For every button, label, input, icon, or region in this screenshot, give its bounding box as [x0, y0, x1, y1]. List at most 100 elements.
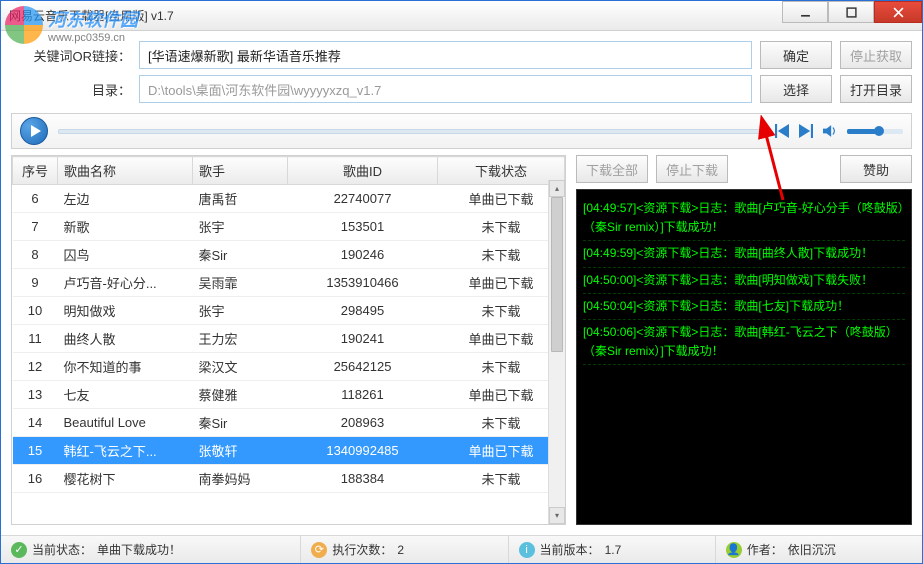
table-cell: 1353910466	[288, 269, 438, 297]
scrollbar-thumb[interactable]	[551, 197, 563, 352]
volume-icon[interactable]	[823, 124, 837, 138]
table-row[interactable]: 7新歌张宇153501未下载	[13, 213, 565, 241]
table-cell: 单曲已下载	[438, 269, 565, 297]
close-button[interactable]	[874, 1, 922, 23]
table-row[interactable]: 6左边唐禹哲22740077单曲已下载	[13, 185, 565, 213]
table-cell: 298495	[288, 297, 438, 325]
table-cell: 樱花树下	[58, 465, 193, 493]
table-cell: 208963	[288, 409, 438, 437]
table-row[interactable]: 9卢巧音-好心分...吴雨霏1353910466单曲已下载	[13, 269, 565, 297]
table-cell: 单曲已下载	[438, 437, 565, 465]
table-cell: 单曲已下载	[438, 381, 565, 409]
status-state-label: 当前状态：	[32, 541, 92, 558]
directory-label: 目录：	[11, 80, 131, 99]
table-row[interactable]: 12你不知道的事梁汉文25642125未下载	[13, 353, 565, 381]
table-cell: 153501	[288, 213, 438, 241]
info-icon: i	[519, 542, 535, 558]
column-header[interactable]: 歌曲ID	[288, 157, 438, 185]
directory-input[interactable]	[139, 75, 752, 103]
table-row[interactable]: 8囚鸟秦Sir190246未下载	[13, 241, 565, 269]
log-line: [04:49:57]<资源下载>日志：歌曲[卢巧音-好心分手（咚鼓版）（秦Sir…	[583, 196, 905, 241]
table-cell: 单曲已下载	[438, 325, 565, 353]
open-dir-button[interactable]: 打开目录	[840, 75, 912, 103]
stop-download-button[interactable]: 停止下载	[656, 155, 728, 183]
select-dir-button[interactable]: 选择	[760, 75, 832, 103]
log-line: [04:50:04]<资源下载>日志：歌曲[七友]下载成功！	[583, 294, 905, 320]
titlebar[interactable]: 网易云音乐下载器[自用版] v1.7	[1, 1, 922, 31]
table-cell: 未下载	[438, 465, 565, 493]
log-console[interactable]: [04:49:57]<资源下载>日志：歌曲[卢巧音-好心分手（咚鼓版）（秦Sir…	[576, 189, 912, 525]
table-cell: 未下载	[438, 213, 565, 241]
column-header[interactable]: 歌曲名称	[58, 157, 193, 185]
table-cell: 8	[13, 241, 58, 269]
table-cell: 118261	[288, 381, 438, 409]
table-cell: 22740077	[288, 185, 438, 213]
table-cell: 曲终人散	[58, 325, 193, 353]
stop-fetch-button[interactable]: 停止获取	[840, 41, 912, 69]
skip-back-icon[interactable]	[775, 124, 789, 138]
status-author-value: 依旧沉沉	[788, 541, 836, 558]
confirm-button[interactable]: 确定	[760, 41, 832, 69]
status-count-label: 执行次数：	[332, 541, 392, 558]
column-header[interactable]: 序号	[13, 157, 58, 185]
song-table[interactable]: 序号歌曲名称歌手歌曲ID下载状态 6左边唐禹哲22740077单曲已下载7新歌张…	[11, 155, 566, 525]
table-cell: 10	[13, 297, 58, 325]
vertical-scrollbar[interactable]: ▴ ▾	[548, 180, 565, 524]
table-cell: 蔡健雅	[193, 381, 288, 409]
log-line: [04:50:00]<资源下载>日志：歌曲[明知做戏]下载失败！	[583, 268, 905, 294]
table-cell: 14	[13, 409, 58, 437]
clock-icon: ⟳	[311, 542, 327, 558]
scroll-down-icon[interactable]: ▾	[549, 507, 565, 524]
window-title: 网易云音乐下载器[自用版] v1.7	[9, 7, 174, 24]
table-cell: 梁汉文	[193, 353, 288, 381]
skip-forward-icon[interactable]	[799, 124, 813, 138]
column-header[interactable]: 歌手	[193, 157, 288, 185]
table-cell: Beautiful Love	[58, 409, 193, 437]
table-cell: 未下载	[438, 297, 565, 325]
volume-slider[interactable]	[847, 129, 903, 134]
table-cell: 你不知道的事	[58, 353, 193, 381]
table-cell: 七友	[58, 381, 193, 409]
play-button[interactable]	[20, 117, 48, 145]
audio-player-bar	[11, 113, 912, 149]
table-cell: 16	[13, 465, 58, 493]
table-cell: 1340992485	[288, 437, 438, 465]
table-cell: 秦Sir	[193, 241, 288, 269]
table-cell: 11	[13, 325, 58, 353]
maximize-button[interactable]	[828, 1, 874, 23]
download-all-button[interactable]: 下载全部	[576, 155, 648, 183]
status-count-value: 2	[397, 543, 404, 557]
donate-button[interactable]: 赞助	[840, 155, 912, 183]
table-cell: 13	[13, 381, 58, 409]
log-line: [04:50:06]<资源下载>日志：歌曲[韩红-飞云之下（咚鼓版）（秦Sir …	[583, 320, 905, 365]
status-state-value: 单曲下载成功！	[97, 541, 181, 558]
table-cell: 南拳妈妈	[193, 465, 288, 493]
table-cell: 囚鸟	[58, 241, 193, 269]
table-cell: 190241	[288, 325, 438, 353]
table-row[interactable]: 15韩红-飞云之下...张敬轩1340992485单曲已下载	[13, 437, 565, 465]
table-row[interactable]: 13七友蔡健雅118261单曲已下载	[13, 381, 565, 409]
scroll-up-icon[interactable]: ▴	[549, 180, 565, 197]
status-version-label: 当前版本：	[540, 541, 600, 558]
table-cell: 张宇	[193, 297, 288, 325]
status-author-label: 作者：	[747, 541, 783, 558]
statusbar: ✓ 当前状态： 单曲下载成功！ ⟳ 执行次数： 2 i 当前版本： 1.7 👤 …	[1, 535, 922, 563]
table-cell: 190246	[288, 241, 438, 269]
status-version-value: 1.7	[605, 543, 622, 557]
table-row[interactable]: 14Beautiful Love秦Sir208963未下载	[13, 409, 565, 437]
keyword-input[interactable]	[139, 41, 752, 69]
minimize-button[interactable]	[782, 1, 828, 23]
table-row[interactable]: 16樱花树下南拳妈妈188384未下载	[13, 465, 565, 493]
table-row[interactable]: 11曲终人散王力宏190241单曲已下载	[13, 325, 565, 353]
table-cell: 25642125	[288, 353, 438, 381]
table-cell: 7	[13, 213, 58, 241]
column-header[interactable]: 下载状态	[438, 157, 565, 185]
table-cell: 15	[13, 437, 58, 465]
table-cell: 未下载	[438, 409, 565, 437]
table-cell: 188384	[288, 465, 438, 493]
table-cell: 明知做戏	[58, 297, 193, 325]
table-cell: 12	[13, 353, 58, 381]
table-cell: 王力宏	[193, 325, 288, 353]
table-row[interactable]: 10明知做戏张宇298495未下载	[13, 297, 565, 325]
progress-slider[interactable]	[58, 129, 765, 134]
